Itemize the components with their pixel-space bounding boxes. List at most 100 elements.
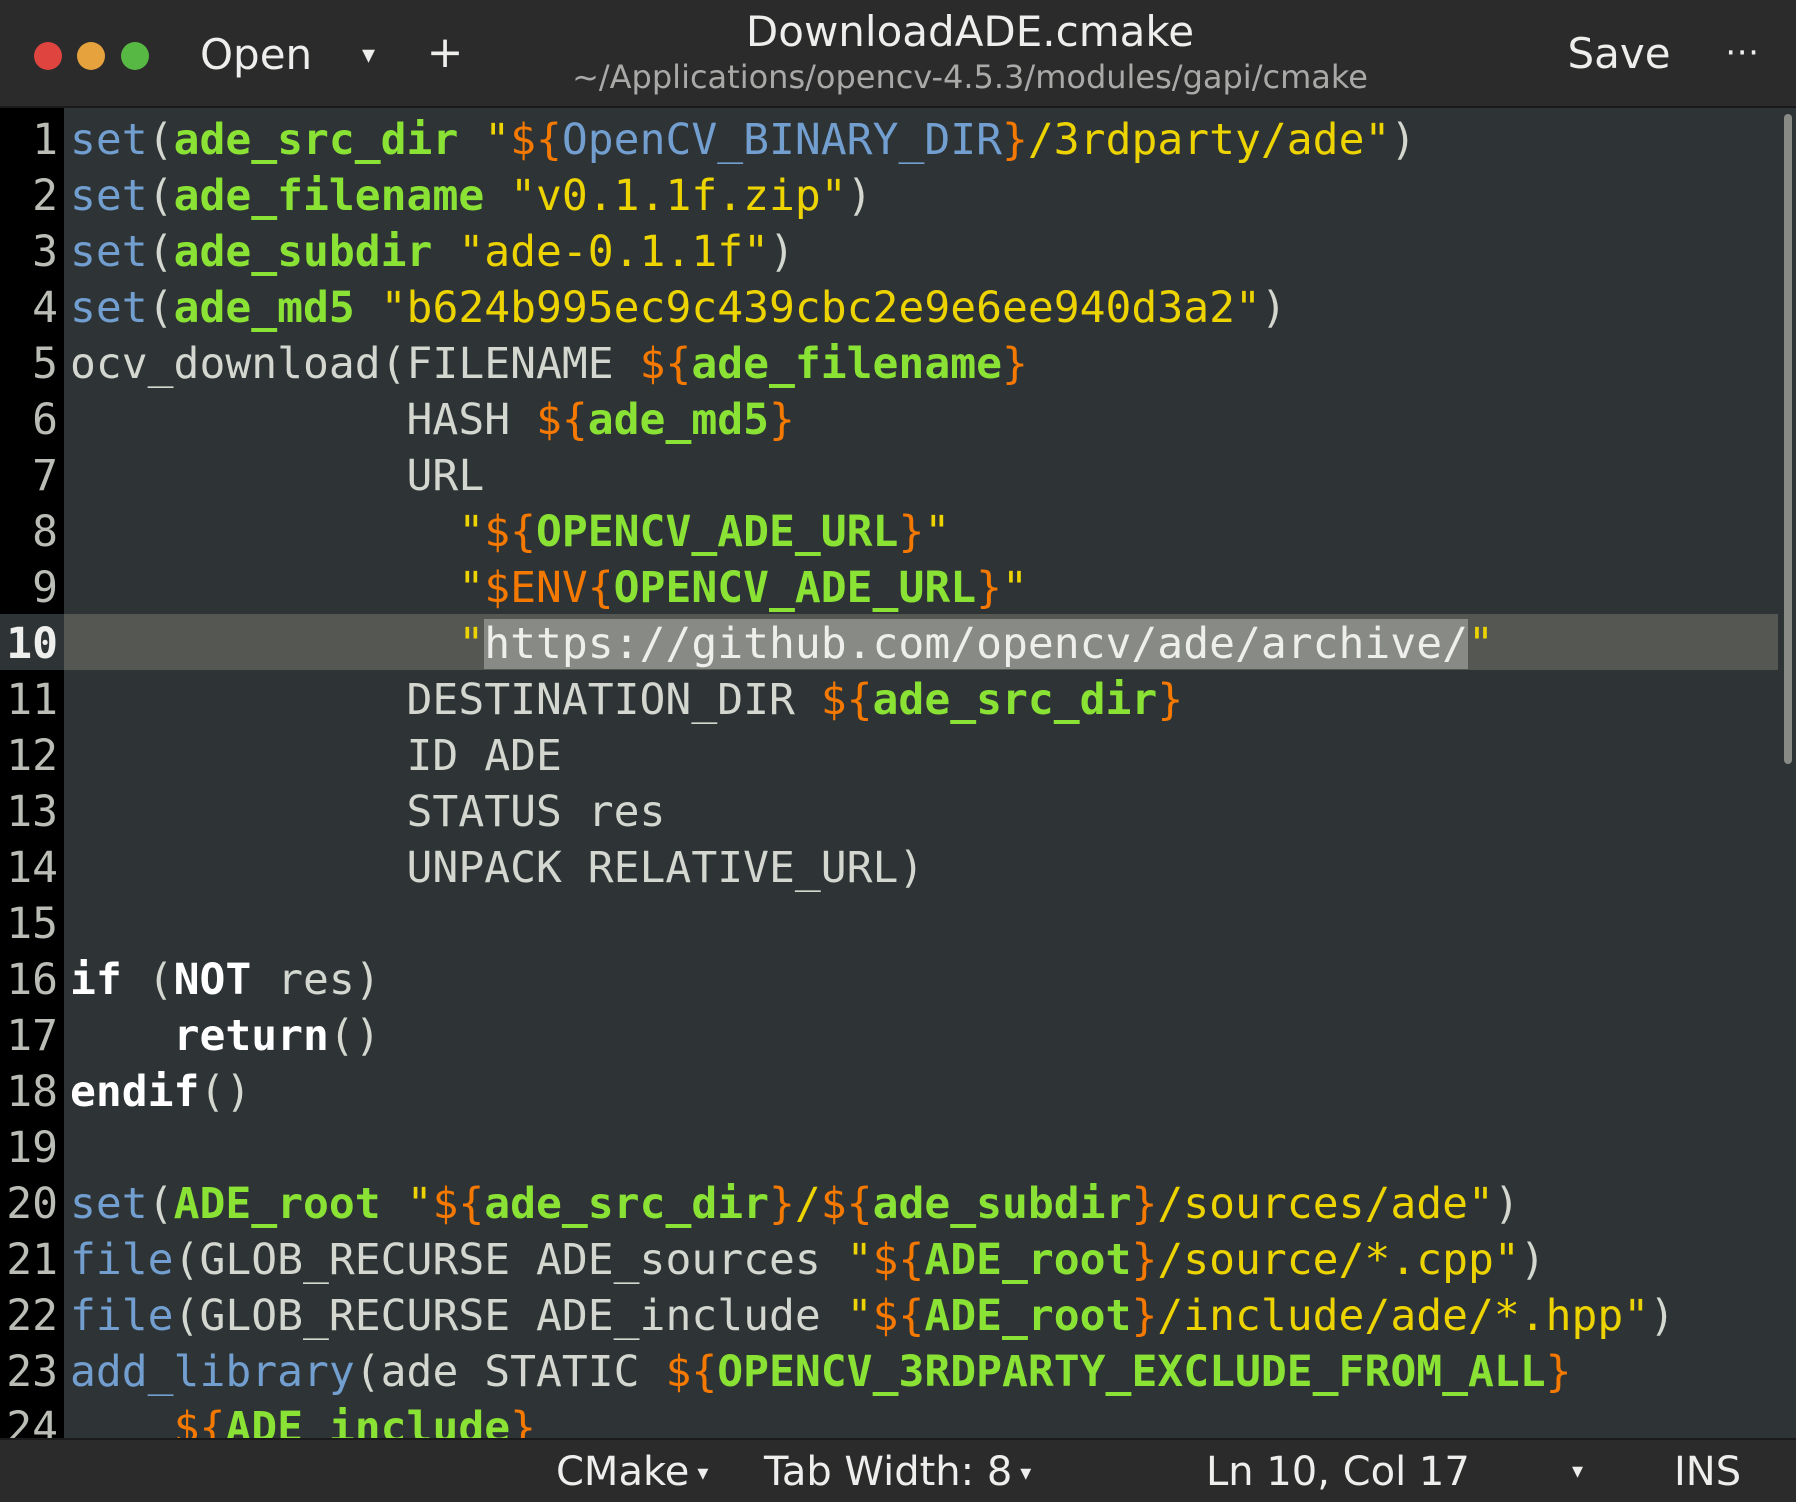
code-token: /source/*.cpp" — [1157, 1235, 1520, 1285]
code-token: ${ — [820, 675, 873, 725]
code-token: ade_subdir — [872, 1179, 1132, 1229]
code-token: ade_src_dir — [173, 115, 459, 165]
line-text: ID ADE — [70, 728, 562, 784]
code-token: OPENCV_ADE_URL — [536, 507, 899, 557]
code-token: " — [458, 619, 485, 669]
line-text: DESTINATION_DIR ${ade_src_dir} — [70, 672, 1184, 728]
code-token: } — [1131, 1179, 1158, 1229]
code-token: ADE_root — [924, 1291, 1132, 1341]
code-token: ade_md5 — [173, 283, 355, 333]
code-token: OPENCV_3RDPARTY_EXCLUDE_FROM_ALL — [717, 1347, 1546, 1397]
code-token: ) — [769, 227, 795, 277]
line-text: file(GLOB_RECURSE ADE_include "${ADE_roo… — [70, 1288, 1675, 1344]
new-document-button[interactable]: + — [420, 22, 470, 84]
line-text: ocv_download(FILENAME ${ade_filename} — [70, 336, 1028, 392]
more-menu-icon[interactable]: ⋯ — [1712, 20, 1772, 88]
code-token: /sources/ade" — [1157, 1179, 1494, 1229]
line-number: 16 — [6, 955, 58, 1005]
code-token: "v0.1.1f.zip" — [510, 171, 847, 221]
cursor-position[interactable]: Ln 10, Col 17 — [1206, 1448, 1470, 1496]
code-token: } — [510, 1403, 537, 1438]
code-token: /3rdparty/ade" — [1027, 115, 1391, 165]
code-token: } — [1131, 1291, 1158, 1341]
code-token: endif — [70, 1067, 200, 1117]
code-token: ade_src_dir — [484, 1179, 770, 1229]
line-number: 19 — [6, 1123, 58, 1173]
code-token: ${ — [484, 507, 536, 557]
code-token: DESTINATION_DIR — [70, 675, 821, 725]
selected-text: https://github.com/opencv/ade/archive/ — [484, 619, 1468, 669]
code-token: ADE_root — [924, 1235, 1132, 1285]
code-token: HASH — [70, 395, 536, 445]
code-token: file — [70, 1235, 174, 1285]
line-text: HASH ${ade_md5} — [70, 392, 795, 448]
line-number: 23 — [6, 1347, 58, 1397]
code-token: ade_filename — [173, 171, 485, 221]
code-token: ADE_include — [225, 1403, 511, 1438]
open-button[interactable]: Open ▾ — [186, 18, 404, 90]
code-editor[interactable]: 1 set(ade_src_dir "${OpenCV_BINARY_DIR}/3… — [0, 108, 1796, 1438]
code-token: () — [328, 1011, 381, 1061]
code-token: "b624b995ec9c439cbc2e9e6ee940d3a2" — [380, 283, 1261, 333]
code-token: ${ — [639, 339, 692, 389]
insert-mode-indicator[interactable]: INS — [1674, 1448, 1741, 1496]
code-token: / — [794, 1179, 821, 1229]
code-token: set — [70, 115, 148, 165]
code-token: " — [924, 507, 951, 557]
line-text: file(GLOB_RECURSE ADE_sources "${ADE_roo… — [70, 1232, 1546, 1288]
code-token: ( — [147, 227, 174, 277]
line-text: add_library(ade STATIC ${OPENCV_3RDPARTY… — [70, 1344, 1572, 1400]
code-token: "ade-0.1.1f" — [458, 227, 770, 277]
code-token: ) — [1649, 1291, 1676, 1341]
code-token: ( — [121, 955, 174, 1005]
minimize-window-button[interactable] — [77, 42, 105, 70]
line-text: set(ade_md5 "b624b995ec9c439cbc2e9e6ee94… — [70, 280, 1287, 336]
language-selector[interactable]: CMake ▾ — [556, 1448, 708, 1496]
chevron-down-icon: ▾ — [697, 1461, 709, 1486]
code-token: (ade STATIC — [354, 1347, 666, 1397]
chevron-down-icon: ▾ — [1020, 1461, 1032, 1486]
code-token: ocv_download(FILENAME — [70, 339, 640, 389]
window-title: DownloadADE.cmake ~/Applications/opencv-… — [470, 6, 1470, 96]
line-text: "https://github.com/opencv/ade/archive/" — [70, 616, 1494, 672]
code-token: } — [1002, 115, 1028, 165]
line-number: 5 — [32, 339, 58, 389]
vertical-scrollbar[interactable] — [1784, 114, 1792, 764]
document-title: DownloadADE.cmake — [745, 7, 1195, 56]
line-text: UNPACK RELATIVE_URL) — [70, 840, 925, 896]
code-token: ) — [1260, 283, 1287, 333]
code-token: " — [1002, 563, 1028, 613]
status-bar: CMake ▾ Tab Width: 8 ▾ Ln 10, Col 17 ▾ INS — [0, 1438, 1796, 1502]
code-token: " — [458, 507, 485, 557]
code-token: } — [898, 507, 925, 557]
code-token: ${ — [872, 1235, 925, 1285]
code-token: (GLOB_RECURSE ADE_sources — [173, 1235, 847, 1285]
line-text: "${OPENCV_ADE_URL}" — [70, 504, 950, 560]
code-token: } — [769, 1179, 795, 1229]
code-token: set — [70, 171, 148, 221]
code-token: } — [976, 563, 1002, 613]
save-button[interactable]: Save — [1556, 20, 1682, 88]
line-text: ${ADE_include} — [70, 1400, 536, 1438]
tab-width-selector[interactable]: Tab Width: 8 ▾ — [764, 1448, 1031, 1496]
close-window-button[interactable] — [34, 42, 62, 70]
line-number: 4 — [32, 283, 58, 333]
code-token: " — [846, 1235, 873, 1285]
line-number: 10 — [6, 619, 58, 669]
line-text: STATUS res — [70, 784, 666, 840]
language-label: CMake — [556, 1449, 690, 1495]
header-bar: Open ▾ + DownloadADE.cmake ~/Application… — [0, 0, 1796, 108]
code-token: } — [1002, 339, 1028, 389]
code-token: $ENV{ — [484, 563, 614, 613]
line-number: 14 — [6, 843, 58, 893]
code-token: ( — [147, 1179, 174, 1229]
code-token: ${ — [872, 1291, 925, 1341]
chevron-down-icon[interactable]: ▾ — [1572, 1448, 1583, 1496]
maximize-window-button[interactable] — [121, 42, 149, 70]
code-token: ${ — [665, 1347, 718, 1397]
code-token: ade_filename — [691, 339, 1002, 389]
